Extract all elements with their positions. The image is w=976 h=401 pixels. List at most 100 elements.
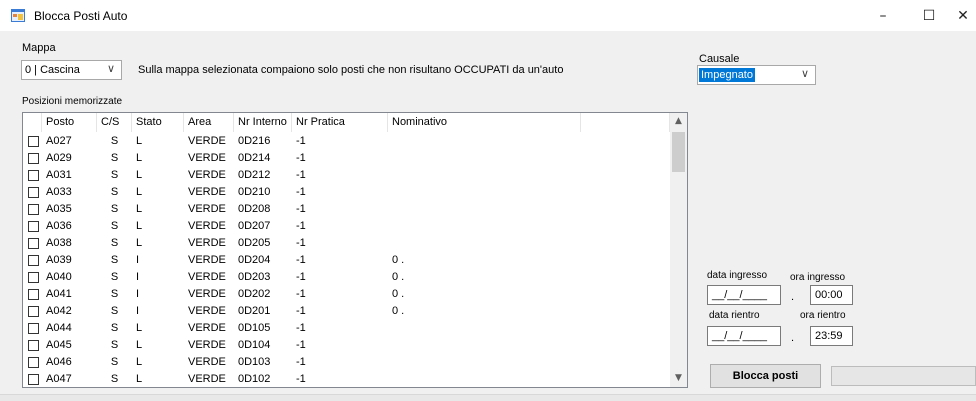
row-checkbox[interactable] (28, 272, 39, 283)
cell-stato: L (136, 237, 143, 249)
cell-stato: L (136, 169, 143, 181)
header-blank[interactable] (581, 113, 670, 132)
cell-nr-pratica: -1 (296, 373, 306, 385)
cell-posto: A035 (46, 203, 72, 215)
cell-posto: A027 (46, 135, 72, 147)
data-rientro-label: data rientro (709, 310, 760, 321)
row-checkbox[interactable] (28, 289, 39, 300)
mappa-combobox[interactable]: 0 | Cascina ∨ (21, 60, 122, 80)
header-nr-interno[interactable]: Nr Interno (234, 113, 292, 132)
scroll-down-arrow-icon[interactable]: ▼ (670, 370, 687, 387)
table-row[interactable]: A036 S L VERDE 0D207 -1 (23, 219, 670, 234)
header-nominativo[interactable]: Nominativo (388, 113, 581, 132)
causale-selected-value: Impegnato (699, 68, 755, 82)
cell-cs: S (110, 135, 119, 147)
cell-cs: S (110, 152, 119, 164)
row-checkbox[interactable] (28, 323, 39, 334)
table-row[interactable]: A035 S L VERDE 0D208 -1 (23, 202, 670, 217)
cell-nominativo: 0 . (392, 305, 405, 317)
header-stato[interactable]: Stato (132, 113, 184, 132)
cell-nominativo: 0 . (392, 254, 405, 266)
row-checkbox[interactable] (28, 238, 39, 249)
data-rientro-field[interactable]: __/__/____ (707, 326, 781, 346)
cell-nr-interno: 0D201 (238, 305, 271, 317)
header-cs[interactable]: C/S (97, 113, 132, 132)
cell-area: VERDE (188, 288, 226, 300)
maximize-button[interactable]: ☐ (912, 4, 946, 28)
header-nr-pratica[interactable]: Nr Pratica (292, 113, 388, 132)
window-title: Blocca Posti Auto (34, 9, 128, 23)
cell-cs: S (110, 271, 119, 283)
cell-nr-interno: 0D216 (238, 135, 271, 147)
ora-ingresso-value: 00:00 (815, 289, 843, 301)
cell-nominativo: 0 . (392, 288, 405, 300)
cell-nr-interno: 0D204 (238, 254, 271, 266)
cell-area: VERDE (188, 254, 226, 266)
ora-rientro-field[interactable]: 23:59 (810, 326, 853, 346)
date-separator: . (791, 332, 795, 344)
table-row[interactable]: A046 S L VERDE 0D103 -1 (23, 355, 670, 370)
row-checkbox[interactable] (28, 221, 39, 232)
table-row[interactable]: A029 S L VERDE 0D214 -1 (23, 151, 670, 166)
cell-nominativo: 0 . (392, 271, 405, 283)
cell-area: VERDE (188, 339, 226, 351)
scroll-up-arrow-icon[interactable]: ▲ (670, 113, 687, 130)
table-row[interactable]: A047 S L VERDE 0D102 -1 (23, 372, 670, 387)
cell-nominativo (388, 338, 581, 353)
table-row[interactable]: A045 S L VERDE 0D104 -1 (23, 338, 670, 353)
cell-posto: A029 (46, 152, 72, 164)
table-row[interactable]: A031 S L VERDE 0D212 -1 (23, 168, 670, 183)
minimize-button[interactable]: – (866, 4, 900, 28)
cell-cs: S (110, 305, 119, 317)
vertical-scrollbar[interactable]: ▲ ▼ (670, 113, 687, 387)
table-row[interactable]: A027 S L VERDE 0D216 -1 (23, 134, 670, 149)
row-checkbox[interactable] (28, 136, 39, 147)
close-button[interactable]: ✕ (946, 4, 976, 28)
cell-stato: L (136, 152, 143, 164)
table-row[interactable]: A042 S I VERDE 0D201 -1 0 . (23, 304, 670, 319)
positions-listview[interactable]: Posto C/S Stato Area Nr Interno Nr Prati… (22, 112, 688, 388)
scrollbar-thumb[interactable] (672, 132, 685, 172)
row-checkbox[interactable] (28, 357, 39, 368)
row-checkbox[interactable] (28, 340, 39, 351)
cell-nominativo (388, 134, 581, 149)
table-row[interactable]: A044 S L VERDE 0D105 -1 (23, 321, 670, 336)
row-checkbox[interactable] (28, 306, 39, 317)
data-ingresso-field[interactable]: __/__/____ (707, 285, 781, 305)
causale-combobox[interactable]: Impegnato ∨ (697, 65, 816, 85)
header-area[interactable]: Area (184, 113, 234, 132)
header-posto[interactable]: Posto (42, 113, 97, 132)
cell-posto: A047 (46, 373, 72, 385)
table-row[interactable]: A040 S I VERDE 0D203 -1 0 . (23, 270, 670, 285)
cell-nr-pratica: -1 (296, 356, 306, 368)
cell-stato: L (136, 135, 143, 147)
table-row[interactable]: A033 S L VERDE 0D210 -1 (23, 185, 670, 200)
row-checkbox[interactable] (28, 255, 39, 266)
cell-nr-pratica: -1 (296, 220, 306, 232)
cell-posto: A044 (46, 322, 72, 334)
row-checkbox[interactable] (28, 170, 39, 181)
cell-nominativo (388, 219, 581, 234)
cell-area: VERDE (188, 186, 226, 198)
cell-nr-pratica: -1 (296, 169, 306, 181)
table-row[interactable]: A039 S I VERDE 0D204 -1 0 . (23, 253, 670, 268)
cell-nominativo (388, 372, 581, 387)
cell-nr-pratica: -1 (296, 237, 306, 249)
blocca-posti-button[interactable]: Blocca posti (710, 364, 821, 388)
row-checkbox[interactable] (28, 204, 39, 215)
table-row[interactable]: A038 S L VERDE 0D205 -1 (23, 236, 670, 251)
data-rientro-value: __/__/____ (712, 330, 768, 342)
cell-stato: L (136, 186, 143, 198)
cell-nr-interno: 0D103 (238, 356, 271, 368)
row-checkbox[interactable] (28, 374, 39, 385)
ora-rientro-value: 23:59 (815, 330, 843, 342)
cell-nr-interno: 0D214 (238, 152, 271, 164)
mappa-selected-value: 0 | Cascina (25, 64, 80, 76)
header-checkbox-column[interactable] (23, 113, 42, 132)
table-row[interactable]: A041 S I VERDE 0D202 -1 0 . (23, 287, 670, 302)
row-checkbox[interactable] (28, 153, 39, 164)
row-checkbox[interactable] (28, 187, 39, 198)
cell-cs: S (110, 356, 119, 368)
ora-ingresso-field[interactable]: 00:00 (810, 285, 853, 305)
mappa-info-text: Sulla mappa selezionata compaiono solo p… (138, 64, 564, 76)
